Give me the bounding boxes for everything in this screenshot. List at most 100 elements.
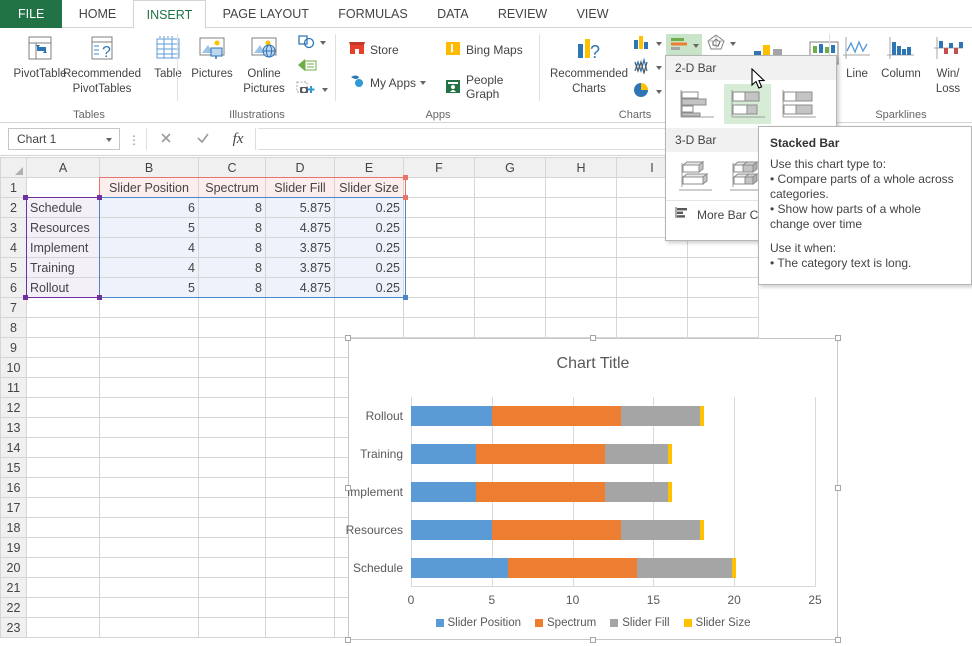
cell[interactable]: [99, 417, 199, 438]
chart-resize-handle-sw[interactable]: [345, 637, 351, 643]
gallery-item-stacked-bar[interactable]: [724, 84, 771, 124]
cell[interactable]: 5: [99, 277, 199, 298]
cell[interactable]: Implement: [26, 237, 100, 258]
sparkline-column-button[interactable]: Column: [876, 32, 926, 81]
recommended-pivottables-button[interactable]: ? Recommended PivotTables: [58, 32, 146, 95]
row-header-4[interactable]: 4: [0, 237, 27, 258]
cell[interactable]: [265, 357, 335, 378]
tab-file[interactable]: FILE: [0, 0, 63, 28]
chart-bar-rollout[interactable]: [411, 406, 704, 426]
cell[interactable]: [99, 317, 199, 338]
cell[interactable]: 0.25: [334, 277, 404, 298]
legend-item[interactable]: Slider Position: [435, 617, 521, 629]
selection-handle[interactable]: [403, 175, 408, 180]
cell[interactable]: Spectrum: [198, 177, 266, 198]
cell[interactable]: [198, 617, 266, 638]
cell[interactable]: [474, 217, 546, 238]
column-header-b[interactable]: B: [99, 157, 199, 178]
chart-resize-handle-n[interactable]: [590, 335, 596, 341]
cell[interactable]: [403, 197, 475, 218]
cell[interactable]: 4.875: [265, 277, 335, 298]
chart-resize-handle-s[interactable]: [590, 637, 596, 643]
cell[interactable]: Slider Fill: [265, 177, 335, 198]
bar-segment[interactable]: [411, 558, 508, 578]
confirm-icon[interactable]: [196, 131, 210, 148]
column-header-e[interactable]: E: [334, 157, 404, 178]
cell[interactable]: [545, 257, 617, 278]
cell[interactable]: [198, 557, 266, 578]
legend-item[interactable]: Slider Size: [683, 617, 751, 629]
tab-home[interactable]: HOME: [66, 0, 130, 28]
cell[interactable]: [198, 597, 266, 618]
cell[interactable]: [198, 577, 266, 598]
cell[interactable]: [403, 177, 475, 198]
chart-object[interactable]: Chart Title Schedule Resources Implement Tr…: [345, 335, 841, 643]
bar-segment[interactable]: [604, 444, 668, 464]
selection-handle[interactable]: [403, 195, 408, 200]
row-header-7[interactable]: 7: [0, 297, 27, 318]
cell[interactable]: [26, 417, 100, 438]
cell[interactable]: [474, 277, 546, 298]
column-header-f[interactable]: F: [403, 157, 475, 178]
cell[interactable]: [616, 317, 688, 338]
cell[interactable]: [265, 597, 335, 618]
name-box[interactable]: Chart 1: [8, 128, 120, 150]
cell[interactable]: 5.875: [265, 197, 335, 218]
row-header-19[interactable]: 19: [0, 537, 27, 558]
cell[interactable]: [265, 377, 335, 398]
name-box-caret[interactable]: [106, 138, 112, 142]
cell[interactable]: [265, 457, 335, 478]
cell[interactable]: [545, 237, 617, 258]
cell[interactable]: [474, 257, 546, 278]
cell[interactable]: [474, 317, 546, 338]
cell[interactable]: 0.25: [334, 257, 404, 278]
cell[interactable]: [265, 617, 335, 638]
cell[interactable]: 8: [198, 197, 266, 218]
cell[interactable]: [26, 477, 100, 498]
cell[interactable]: [687, 257, 759, 278]
selection-handle[interactable]: [97, 295, 102, 300]
cell[interactable]: [265, 497, 335, 518]
cell[interactable]: 4.875: [265, 217, 335, 238]
online-pictures-button[interactable]: Online Pictures: [236, 32, 292, 95]
cell[interactable]: [403, 277, 475, 298]
bar-segment[interactable]: [411, 444, 476, 464]
bar-segment[interactable]: [621, 406, 700, 426]
cell[interactable]: [198, 397, 266, 418]
cell[interactable]: [26, 397, 100, 418]
cell[interactable]: [99, 457, 199, 478]
cell[interactable]: [545, 277, 617, 298]
cell[interactable]: [474, 237, 546, 258]
cell[interactable]: [687, 277, 759, 298]
legend-item[interactable]: Spectrum: [535, 617, 596, 629]
row-header-18[interactable]: 18: [0, 517, 27, 538]
screenshot-dropdown-caret[interactable]: [322, 88, 328, 92]
cell[interactable]: Rollout: [26, 277, 100, 298]
column-header-c[interactable]: C: [198, 157, 266, 178]
cell[interactable]: [616, 257, 688, 278]
stock-chart-button[interactable]: [632, 57, 662, 77]
cell[interactable]: [99, 397, 199, 418]
cell[interactable]: [99, 517, 199, 538]
radar-chart-button[interactable]: [706, 34, 736, 53]
cell[interactable]: [265, 437, 335, 458]
cell[interactable]: [26, 537, 100, 558]
cell[interactable]: [403, 297, 475, 318]
cell[interactable]: [616, 297, 688, 318]
cell[interactable]: 0.25: [334, 217, 404, 238]
column-header-g[interactable]: G: [474, 157, 546, 178]
store-button[interactable]: Store: [348, 40, 399, 59]
cell[interactable]: 4: [99, 257, 199, 278]
bing-maps-button[interactable]: Bing Maps: [444, 40, 523, 59]
tab-insert[interactable]: INSERT: [132, 0, 207, 29]
cell[interactable]: 4: [99, 237, 199, 258]
chart-resize-handle-w[interactable]: [345, 485, 351, 491]
selection-handle[interactable]: [97, 195, 102, 200]
cell[interactable]: [198, 537, 266, 558]
cell[interactable]: [545, 197, 617, 218]
chart-resize-handle-ne[interactable]: [835, 335, 841, 341]
bar-segment[interactable]: [732, 558, 737, 578]
cell[interactable]: [198, 377, 266, 398]
tab-view[interactable]: VIEW: [564, 0, 622, 28]
row-header-9[interactable]: 9: [0, 337, 27, 358]
